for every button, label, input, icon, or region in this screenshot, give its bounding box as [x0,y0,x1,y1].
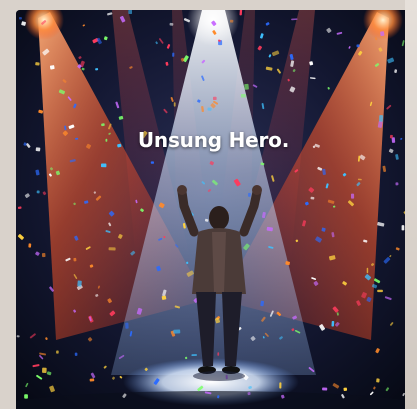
confetti-piece [74,352,78,356]
confetti-piece [380,31,385,37]
confetti-piece [322,387,328,391]
confetti-piece [377,289,383,293]
confetti-piece [18,17,22,20]
confetti-piece [56,350,59,354]
confetti-piece [229,19,234,23]
confetti-piece [125,322,129,329]
confetti-piece [279,382,282,389]
confetti-piece [89,378,95,382]
confetti-piece [239,10,243,16]
confetti-piece [310,196,315,200]
confetti-piece [395,182,399,186]
confetti-piece [350,193,355,199]
poster-title: Unsung Hero. [137,128,290,152]
left-hand [177,185,187,195]
confetti-piece [24,394,28,399]
confetti-piece [41,252,46,258]
poster-card[interactable]: Unsung Hero. [16,10,411,409]
confetti-piece [35,62,40,66]
concert-stage-illustration [16,10,411,409]
confetti-piece [356,44,360,48]
head [209,206,229,230]
shirt-highlight [212,232,226,292]
right-hand [252,185,262,195]
confetti-piece [16,335,20,338]
confetti-piece [100,163,107,168]
confetti-piece [247,392,251,396]
confetti-piece [42,367,47,373]
confetti-piece [28,243,32,248]
confetti-piece [173,329,181,334]
confetti-piece [248,192,251,197]
confetti-piece [36,190,40,194]
confetti-piece [108,247,116,251]
confetti-piece [217,352,220,356]
confetti-piece [49,65,55,70]
confetti-piece [240,94,246,98]
performer-shadow [193,371,245,381]
confetti-piece [213,96,217,101]
confetti-piece [191,354,198,356]
confetti-piece [77,280,82,287]
confetti-piece [150,161,154,164]
confetti-piece [161,295,167,300]
confetti-piece [366,267,369,274]
confetti-piece [401,225,405,231]
window-edge [405,0,417,409]
confetti-piece [173,102,176,107]
confetti-piece [376,378,380,383]
confetti-piece [343,387,348,391]
confetti-piece [169,22,174,26]
confetti-piece [128,10,133,15]
confetti-piece [331,320,335,327]
confetti-piece [73,257,77,262]
confetti-piece [379,115,383,122]
confetti-piece [172,52,175,57]
confetti-piece [244,83,249,90]
